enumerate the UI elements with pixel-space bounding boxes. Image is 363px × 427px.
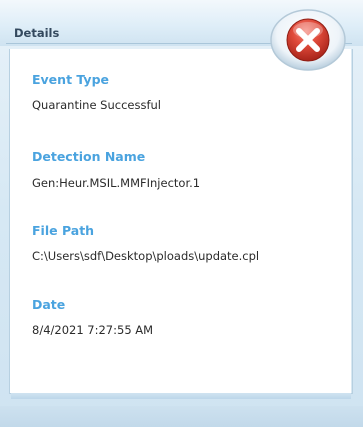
close-button[interactable]	[269, 8, 347, 72]
file-path-value: C:\Users\sdf\Desktop\ploads\update.cpl	[32, 249, 260, 263]
close-icon	[270, 9, 346, 71]
file-path-label: File Path	[32, 223, 95, 238]
event-type-value: Quarantine Successful	[32, 98, 161, 112]
panel-bottom-edge	[11, 393, 351, 399]
window-footer	[0, 406, 363, 427]
event-type-label: Event Type	[32, 72, 110, 87]
date-value: 8/4/2021 7:27:55 AM	[32, 323, 154, 337]
date-label: Date	[32, 297, 66, 312]
detection-name-value: Gen:Heur.MSIL.MMFInjector.1	[32, 176, 201, 190]
detection-name-label: Detection Name	[32, 149, 146, 164]
details-title: Details	[14, 26, 60, 40]
details-window: Details Event Type Quarantine Successful…	[0, 0, 363, 427]
